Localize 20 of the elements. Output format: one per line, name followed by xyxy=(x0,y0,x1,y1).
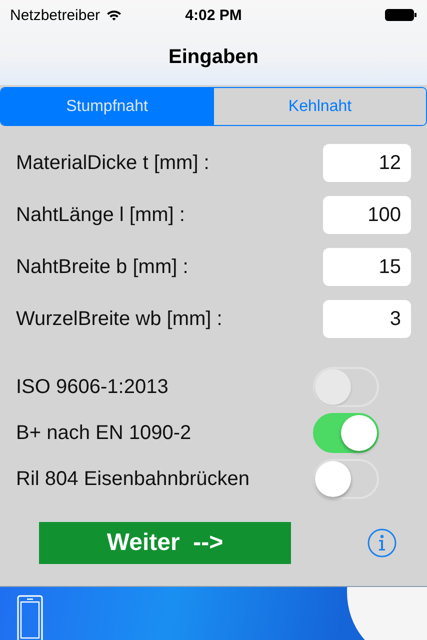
number-field[interactable]: 12 xyxy=(323,144,411,182)
option-label: B+ nach EN 1090-2 xyxy=(16,422,192,444)
toggle-switch[interactable] xyxy=(313,413,379,453)
battery-icon xyxy=(385,8,417,22)
status-time: 4:02 PM xyxy=(184,6,243,24)
field-label: MaterialDicke t [mm] : xyxy=(16,152,210,174)
continue-button[interactable]: Weiter --> xyxy=(39,522,291,564)
number-field[interactable]: 100 xyxy=(323,196,411,234)
screen-title: Eingaben xyxy=(168,46,258,69)
field-label: NahtBreite b [mm] : xyxy=(16,256,188,278)
option-label: ISO 9606-1:2013 xyxy=(16,376,168,398)
number-field[interactable]: 3 xyxy=(323,300,411,338)
field-label: NahtLänge l [mm] : xyxy=(16,204,185,226)
info-icon[interactable] xyxy=(367,528,397,558)
field-label: WurzelBreite wb [mm] : xyxy=(16,308,222,330)
number-field[interactable]: 15 xyxy=(323,248,411,286)
wifi-icon xyxy=(106,9,122,21)
option-label: Ril 804 Eisenbahnbrücken xyxy=(16,468,250,490)
carrier-name: Netzbetreiber xyxy=(10,6,100,24)
toggle-switch[interactable] xyxy=(313,459,379,499)
